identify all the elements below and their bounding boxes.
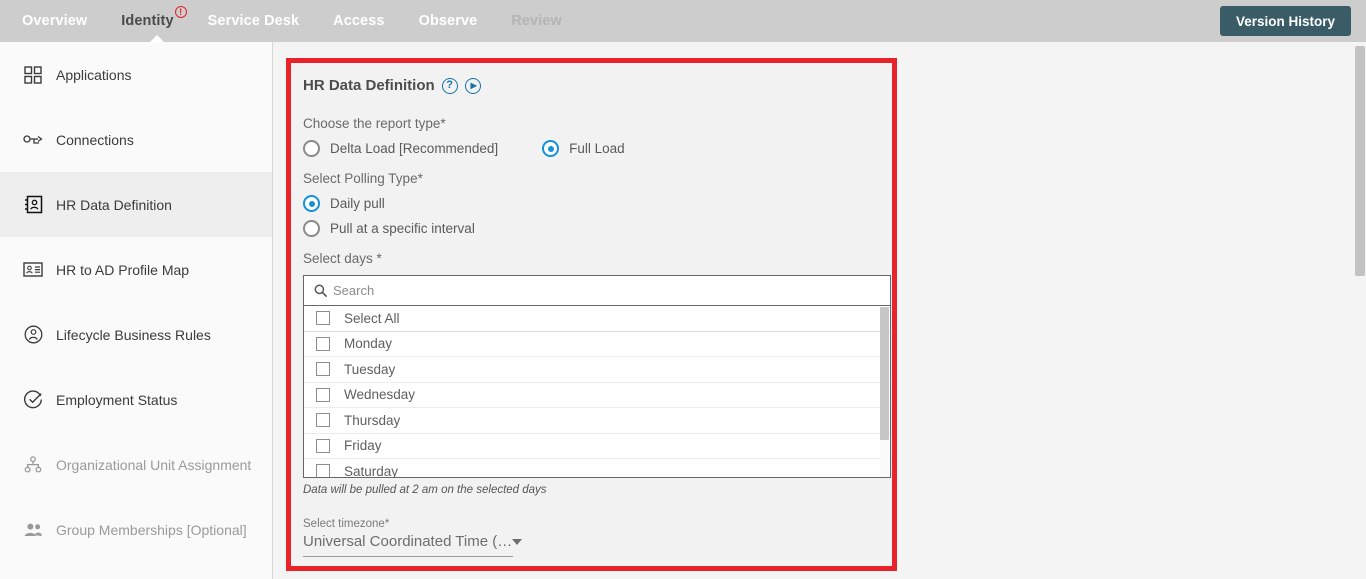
nav-tab-observe-label: Observe [418,13,478,29]
main-content: HR Data Definition ? ▶ Choose the report… [274,42,1366,579]
list-item[interactable]: Wednesday [304,383,890,408]
checkbox-monday[interactable] [316,336,330,351]
help-icon[interactable]: ? [441,77,458,94]
list-item[interactable]: Friday [304,434,890,459]
search-icon [314,284,327,297]
radio-daily-pull-indicator[interactable] [303,195,320,212]
nav-tab-access-label: Access [333,13,385,29]
radio-full-load[interactable]: Full Load [542,140,625,157]
checkbox-thursday[interactable] [316,413,330,428]
sidebar-item-hr-data-definition-label: HR Data Definition [56,196,172,213]
sidebar-item-hr-data-definition[interactable]: HR Data Definition [0,172,272,237]
hierarchy-icon [22,454,44,476]
radio-delta-load-indicator[interactable] [303,140,320,157]
sidebar-item-lifecycle-business-rules[interactable]: Lifecycle Business Rules [0,302,272,367]
hr-data-definition-panel: HR Data Definition ? ▶ Choose the report… [286,58,897,571]
nav-tab-review-label: Review [511,13,562,29]
radio-full-load-label: Full Load [569,141,625,156]
sidebar-item-organizational-unit-assignment-label: Organizational Unit Assignment [56,456,252,473]
page-scrollbar-thumb[interactable] [1355,46,1365,276]
sidebar-item-group-memberships[interactable]: Group Memberships [Optional] [0,497,272,562]
nav-tab-identity-label: Identity [121,13,174,29]
check-circle-icon [22,389,44,411]
search-bar[interactable] [304,276,890,306]
search-input[interactable] [331,282,851,299]
radio-specific-interval[interactable]: Pull at a specific interval [303,220,892,237]
connection-icon [22,129,44,151]
timezone-label: Select timezone* [303,518,390,530]
page-title: HR Data Definition ? ▶ [303,77,892,94]
nav-tab-review[interactable]: Review [511,13,562,29]
top-navigation-bar: Overview Identity ! Service Desk Access … [0,0,1366,43]
sidebar-item-organizational-unit-assignment[interactable]: Organizational Unit Assignment [0,432,272,497]
sidebar-item-lifecycle-business-rules-label: Lifecycle Business Rules [56,326,211,343]
list-item[interactable]: Tuesday [304,357,890,383]
sidebar: Applications Connections HR Data Definit… [0,42,273,579]
play-video-icon[interactable]: ▶ [464,77,481,94]
radio-daily-pull[interactable]: Daily pull [303,195,892,212]
sidebar-item-applications[interactable]: Applications [0,42,272,107]
chevron-down-icon [512,538,523,545]
sidebar-item-connections[interactable]: Connections [0,107,272,172]
page-title-label: HR Data Definition [303,77,435,94]
nav-tab-access[interactable]: Access [333,13,384,29]
grid-icon [22,64,44,86]
nav-tab-service-desk-label: Service Desk [207,13,300,29]
day-options-list: Select All Monday Tuesday Wednesday Thur… [304,306,890,478]
select-days-label: Select days * [303,251,382,266]
nav-tab-identity[interactable]: Identity ! [121,6,187,29]
version-history-label: Version History [1235,13,1335,29]
list-item-label: Friday [344,438,382,454]
checkbox-select-all[interactable] [316,311,330,326]
sidebar-item-employment-status[interactable]: Employment Status [0,367,272,432]
version-history-button[interactable]: Version History [1219,6,1351,36]
list-item-label: Monday [344,336,393,352]
checkbox-tuesday[interactable] [316,362,330,377]
checkbox-saturday[interactable] [316,464,330,477]
radio-delta-load[interactable]: Delta Load [Recommended] [303,140,498,157]
sidebar-item-employment-status-label: Employment Status [56,391,178,408]
checkbox-friday[interactable] [316,438,330,453]
nav-tab-service-desk[interactable]: Service Desk [208,13,300,29]
list-item-label: Wednesday [344,387,416,403]
user-circle-icon [22,324,44,346]
list-item-label: Saturday [344,463,399,478]
alert-icon: ! [174,6,187,18]
radio-delta-load-label: Delta Load [Recommended] [330,141,499,156]
users-icon [22,519,44,541]
list-item[interactable]: Monday [304,332,890,357]
nav-tab-observe[interactable]: Observe [419,13,478,29]
sidebar-item-group-memberships-label: Group Memberships [Optional] [56,521,247,538]
nav-tab-overview[interactable]: Overview [22,13,87,29]
list-item[interactable]: Select All [304,306,890,332]
radio-daily-pull-label: Daily pull [330,196,385,211]
list-item[interactable]: Thursday [304,408,890,434]
id-card-icon [22,259,44,281]
list-item-label: Thursday [344,412,401,428]
nav-tab-overview-label: Overview [22,13,88,29]
timezone-dropdown[interactable]: Universal Coordinated Time (… [303,533,523,557]
radio-specific-interval-label: Pull at a specific interval [330,221,475,236]
polling-type-label: Select Polling Type* [303,171,423,186]
contact-book-icon [22,194,44,216]
timezone-field: Select timezone* Universal Coordinated T… [303,518,892,557]
list-item-label: Select All [344,310,400,326]
sidebar-item-connections-label: Connections [56,131,134,148]
report-type-radio-group: Delta Load [Recommended] Full Load [303,140,892,157]
radio-full-load-indicator[interactable] [542,140,560,157]
sidebar-item-hr-to-ad-profile-map-label: HR to AD Profile Map [56,261,190,278]
timezone-value: Universal Coordinated Time (… [303,533,513,550]
list-item[interactable]: Saturday [304,459,890,478]
report-type-label: Choose the report type* [303,116,446,131]
sidebar-item-hr-to-ad-profile-map[interactable]: HR to AD Profile Map [0,237,272,302]
pull-time-hint: Data will be pulled at 2 am on the selec… [303,484,547,496]
radio-specific-interval-indicator[interactable] [303,220,320,237]
list-item-label: Tuesday [344,361,396,377]
select-days-multiselect: Select All Monday Tuesday Wednesday [303,275,891,478]
checkbox-wednesday[interactable] [316,387,330,402]
top-nav-items: Overview Identity ! Service Desk Access … [0,0,596,42]
list-scrollbar-thumb[interactable] [880,307,889,440]
sidebar-item-applications-label: Applications [56,66,132,83]
